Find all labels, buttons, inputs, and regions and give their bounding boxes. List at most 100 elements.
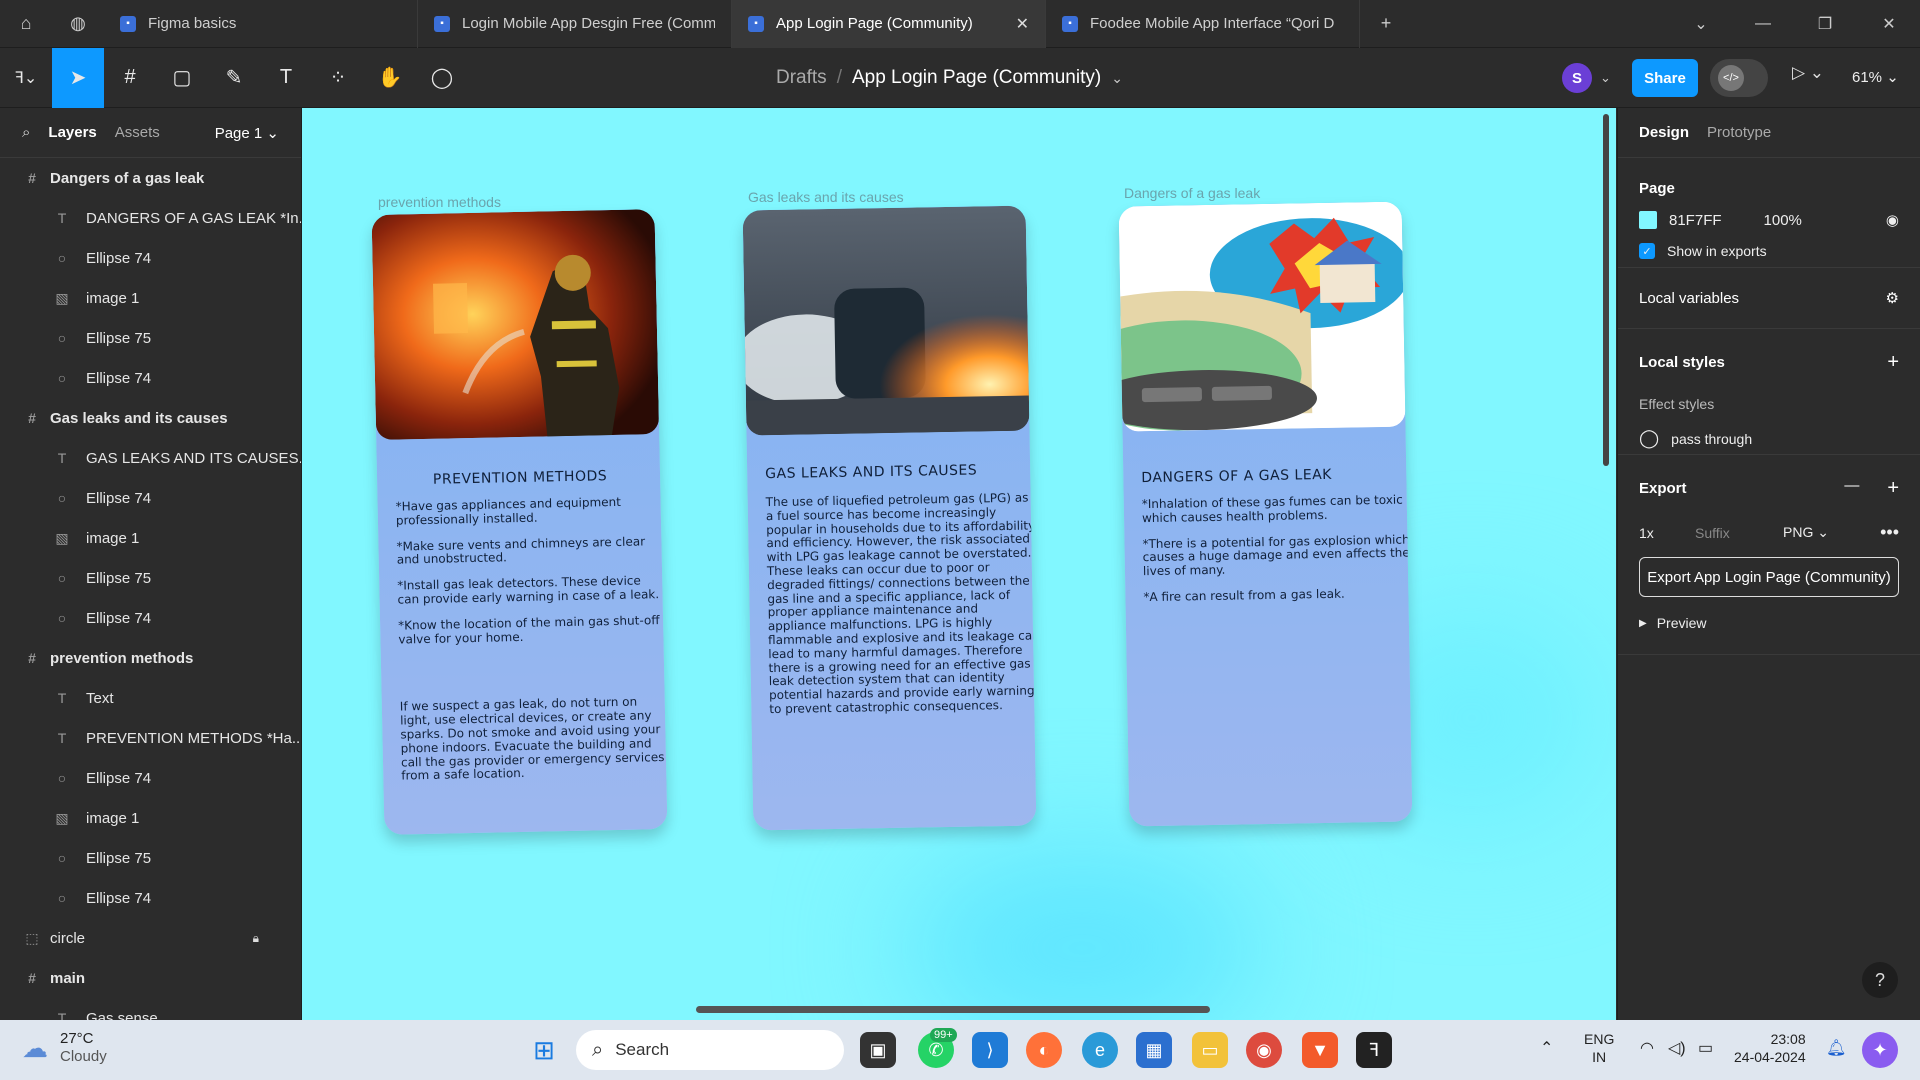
frame-label[interactable]: prevention methods <box>378 194 501 210</box>
home-icon[interactable]: ⌂ <box>0 0 52 48</box>
frame-tool-icon[interactable]: # <box>104 48 156 108</box>
chevron-up-icon[interactable]: ⌃ <box>1540 1040 1553 1058</box>
page-select[interactable]: Page 1 ⌄ <box>215 124 279 142</box>
close-icon[interactable]: ✕ <box>1016 14 1029 34</box>
horizontal-scrollbar[interactable] <box>696 1006 1210 1013</box>
effect-style-row[interactable]: ◯ pass through <box>1639 428 1899 449</box>
layer-item[interactable]: # Dangers of a gas leak <box>0 158 301 198</box>
firefox-icon[interactable]: ◐ <box>1026 1032 1062 1068</box>
shape-tool-icon[interactable]: ▢ <box>156 48 208 108</box>
sliders-icon[interactable]: ⚙ <box>1886 289 1899 307</box>
resources-icon[interactable]: ⁘ <box>312 48 364 108</box>
globe-icon[interactable]: ◍ <box>52 0 104 48</box>
page-opacity[interactable]: 100% <box>1764 212 1802 229</box>
layer-item[interactable]: ▧ image 1 <box>0 278 301 318</box>
layer-item[interactable]: ○ Ellipse 74 <box>0 878 301 918</box>
brave-icon[interactable]: ▼ <box>1302 1032 1338 1068</box>
add-style-plus-icon[interactable]: + <box>1887 351 1899 374</box>
language-indicator[interactable]: ENG IN <box>1584 1030 1614 1066</box>
layer-item[interactable]: # main <box>0 958 301 998</box>
export-format-select[interactable]: PNG ⌄ <box>1783 524 1829 541</box>
eye-icon[interactable]: ◉ <box>1886 211 1899 229</box>
layer-item[interactable]: ○ Ellipse 74 <box>0 758 301 798</box>
main-menu-icon[interactable]: ꟻ⌄ <box>0 48 52 108</box>
clock[interactable]: 23:08 24-04-2024 <box>1734 1030 1806 1066</box>
chevron-down-icon[interactable]: ⌄ <box>1600 70 1611 86</box>
edge-icon[interactable]: e <box>1082 1032 1118 1068</box>
taskbar-search[interactable]: ⌕ Search <box>576 1030 844 1070</box>
more-options-icon[interactable]: ••• <box>1880 522 1899 543</box>
canvas[interactable]: prevention methods PREVENTION METHODS *H… <box>302 108 1616 1020</box>
layer-item[interactable]: ○ Ellipse 75 <box>0 838 301 878</box>
search-icon[interactable]: ⌕ <box>22 124 30 141</box>
tab-prototype[interactable]: Prototype <box>1707 124 1771 141</box>
layer-item[interactable]: # prevention methods <box>0 638 301 678</box>
copilot-icon[interactable]: ✦ <box>1862 1032 1898 1068</box>
chevron-down-icon[interactable]: ⌄ <box>1670 0 1732 48</box>
layer-item[interactable]: # Gas leaks and its causes <box>0 398 301 438</box>
zoom-level[interactable]: 61% ⌄ <box>1852 68 1899 86</box>
hand-tool-icon[interactable]: ✋ <box>364 48 416 108</box>
notification-bell-icon[interactable]: 🔔︎ <box>1826 1040 1846 1058</box>
tab-foodee[interactable]: ▪ Foodee Mobile App Interface “Qori D <box>1046 0 1360 48</box>
help-button[interactable]: ? <box>1862 962 1898 998</box>
layer-item[interactable]: ○ Ellipse 74 <box>0 238 301 278</box>
layer-item[interactable]: T DANGERS OF A GAS LEAK *In... <box>0 198 301 238</box>
dev-mode-toggle[interactable]: </> <box>1710 59 1768 97</box>
lock-icon[interactable]: 🔒︎ <box>253 931 259 946</box>
frame-label[interactable]: Gas leaks and its causes <box>748 189 904 205</box>
volume-icon[interactable]: ◁) <box>1668 1040 1686 1058</box>
text-tool-icon[interactable]: T <box>260 48 312 108</box>
page-color-hex[interactable]: 81F7FF <box>1669 212 1722 229</box>
tab-design[interactable]: Design <box>1639 124 1689 141</box>
frame-label[interactable]: Dangers of a gas leak <box>1124 185 1260 201</box>
window-close-icon[interactable]: ✕ <box>1858 0 1920 48</box>
present-play-icon[interactable]: ▷ ⌄ <box>1792 63 1824 83</box>
layer-item[interactable]: ▧ image 1 <box>0 518 301 558</box>
show-in-exports-checkbox[interactable]: ✓ <box>1639 243 1655 259</box>
layer-item[interactable]: T Gas sense <box>0 998 301 1021</box>
share-button[interactable]: Share <box>1632 59 1698 97</box>
vertical-scrollbar[interactable] <box>1603 114 1609 466</box>
tab-login-mobile[interactable]: ▪ Login Mobile App Desgin Free (Comm <box>418 0 732 48</box>
layer-item[interactable]: ○ Ellipse 74 <box>0 598 301 638</box>
file-explorer-icon[interactable]: ▭ <box>1192 1032 1228 1068</box>
layer-item[interactable]: ○ Ellipse 75 <box>0 558 301 598</box>
wifi-icon[interactable]: ◠ <box>1640 1040 1654 1058</box>
figma-app-icon[interactable]: ꟻ <box>1356 1032 1392 1068</box>
pen-tool-icon[interactable]: ✎ <box>208 48 260 108</box>
chevron-down-icon[interactable]: ⌄ <box>1111 70 1123 87</box>
export-button[interactable]: Export App Login Page (Community) <box>1639 557 1899 597</box>
card-gas-leaks-causes[interactable]: GAS LEAKS AND ITS CAUSES The use of liqu… <box>742 205 1037 831</box>
tab-assets[interactable]: Assets <box>115 124 160 141</box>
restore-icon[interactable]: ❐ <box>1794 0 1856 48</box>
page-color-swatch[interactable] <box>1639 211 1657 229</box>
tab-figma-basics[interactable]: ▪ Figma basics <box>104 0 418 48</box>
layer-item[interactable]: T PREVENTION METHODS *Ha... <box>0 718 301 758</box>
minimize-icon[interactable]: — <box>1732 0 1794 48</box>
layer-item[interactable]: ○ Ellipse 74 <box>0 358 301 398</box>
remove-export-minus-icon[interactable]: — <box>1844 477 1859 500</box>
breadcrumb-drafts[interactable]: Drafts <box>776 67 827 89</box>
card-dangers-gas-leak[interactable]: DANGERS OF A GAS LEAK *Inhalation of the… <box>1118 201 1413 827</box>
battery-icon[interactable]: ▭ <box>1698 1040 1713 1058</box>
layer-item[interactable]: T Text <box>0 678 301 718</box>
task-view-icon[interactable]: ▣ <box>860 1032 896 1068</box>
layer-item[interactable]: ○ Ellipse 75 <box>0 318 301 358</box>
local-variables-row[interactable]: Local variables ⚙ <box>1639 289 1899 308</box>
chrome-icon[interactable]: ◉ <box>1246 1032 1282 1068</box>
card-prevention-methods[interactable]: PREVENTION METHODS *Have gas appliances … <box>371 209 668 835</box>
tab-app-login-page[interactable]: ▪ App Login Page (Community) ✕ <box>732 0 1046 48</box>
layer-item[interactable]: T GAS LEAKS AND ITS CAUSES... <box>0 438 301 478</box>
add-export-plus-icon[interactable]: + <box>1887 477 1899 500</box>
weather-widget[interactable]: ☁ 27°C Cloudy <box>22 1030 107 1066</box>
layer-item[interactable]: ⬚ circle 🔒︎ <box>0 918 301 958</box>
tab-layers[interactable]: Layers <box>48 124 96 141</box>
windows-start-icon[interactable]: ⊞ <box>526 1032 562 1068</box>
vscode-icon[interactable]: ⟩ <box>972 1032 1008 1068</box>
layer-item[interactable]: ○ Ellipse 74 <box>0 478 301 518</box>
avatar[interactable]: S <box>1562 63 1592 93</box>
file-name[interactable]: App Login Page (Community) <box>852 67 1101 89</box>
export-suffix-input[interactable]: Suffix <box>1695 525 1771 541</box>
export-scale[interactable]: 1x <box>1639 525 1683 541</box>
